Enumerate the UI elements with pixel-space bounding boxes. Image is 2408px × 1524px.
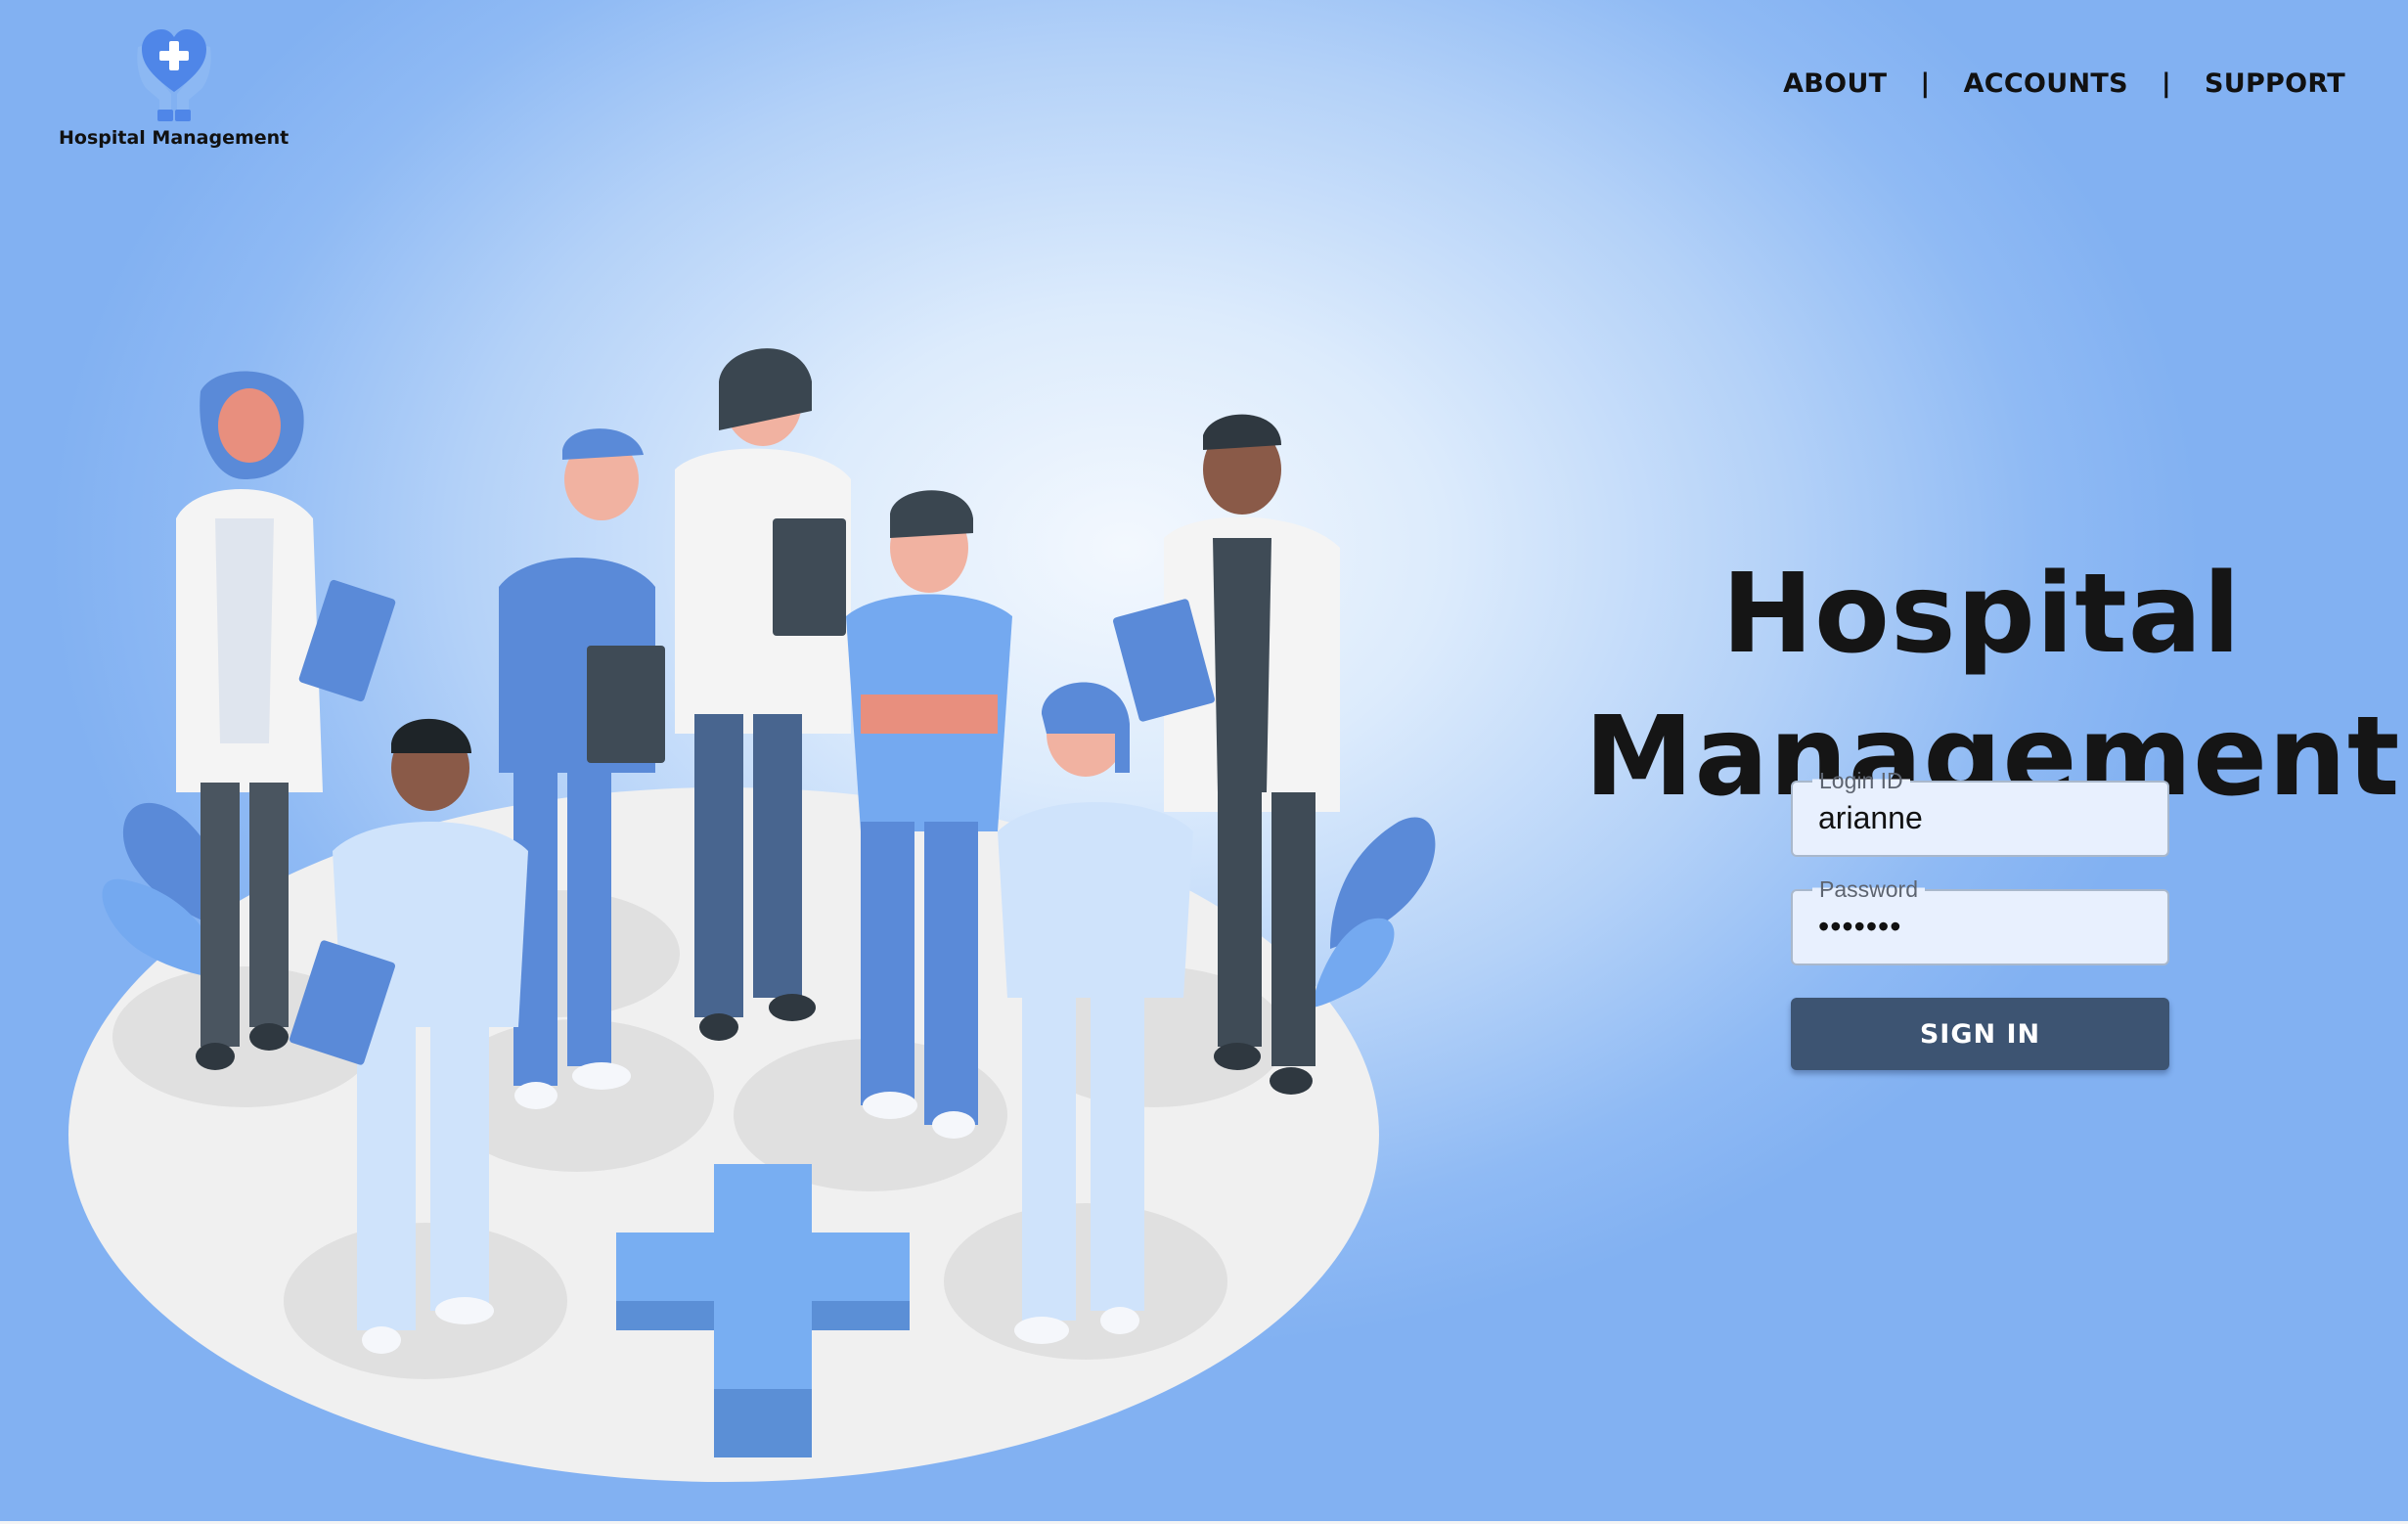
nav-accounts-link[interactable]: ACCOUNTS: [1964, 68, 2128, 99]
top-nav: ABOUT | ACCOUNTS | SUPPORT: [1783, 68, 2345, 99]
login-form: Login ID Password SIGN IN: [1791, 768, 2169, 1070]
medical-team-illustration: [68, 348, 1436, 1482]
password-input[interactable]: [1818, 909, 2148, 945]
nav-separator: |: [2161, 68, 2171, 99]
login-id-label: Login ID: [1812, 768, 1910, 793]
nav-about-link[interactable]: ABOUT: [1783, 68, 1887, 99]
nav-separator: |: [1920, 68, 1931, 99]
brand-name: Hospital Management: [59, 127, 290, 149]
heart-hands-icon: [136, 29, 211, 121]
login-id-field[interactable]: Login ID: [1791, 768, 2169, 857]
password-label: Password: [1812, 876, 1925, 902]
nav-support-link[interactable]: SUPPORT: [2205, 68, 2345, 99]
login-page: Hospital Management ABOUT | ACCOUNTS | S…: [0, 0, 2408, 1524]
login-id-input[interactable]: [1818, 800, 2148, 836]
brand-logo[interactable]: Hospital Management: [59, 18, 289, 149]
leaf-right-2: [1311, 918, 1395, 1008]
sign-in-button[interactable]: SIGN IN: [1791, 998, 2169, 1070]
title-line-1: Hospital: [1721, 551, 2242, 679]
password-field[interactable]: Password: [1791, 876, 2169, 965]
